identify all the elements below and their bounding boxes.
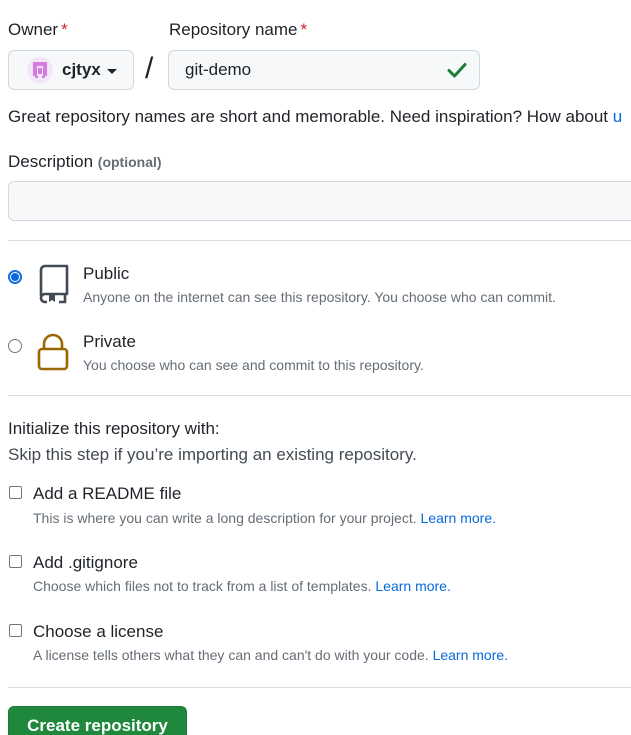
description-input[interactable]: [8, 181, 631, 221]
owner-label: Owner *: [8, 20, 68, 40]
repo-icon: [39, 264, 69, 304]
required-mark: *: [61, 20, 68, 39]
chevron-down-icon: [106, 68, 117, 74]
readme-title: Add a README file: [33, 484, 182, 503]
divider: [8, 687, 631, 688]
check-icon: [447, 63, 467, 78]
description-label: Description (optional): [8, 152, 162, 172]
owner-select-button[interactable]: cjtyx: [8, 50, 134, 90]
divider: [8, 240, 631, 241]
private-radio[interactable]: [8, 339, 22, 353]
private-title: Private: [83, 332, 136, 351]
repository-name-label: Repository name *: [169, 20, 307, 40]
license-learn-more-link[interactable]: Learn more.: [433, 647, 508, 663]
required-mark: *: [300, 20, 308, 39]
license-description: A license tells others what they can and…: [33, 647, 508, 663]
new-repository-form: Owner* Repository name* cjtyx / Great re…: [0, 0, 631, 735]
readme-learn-more-link[interactable]: Learn more.: [421, 510, 496, 526]
owner-name: cjtyx: [62, 60, 101, 79]
hint-text: Great repository names are short and mem…: [8, 107, 613, 126]
gitignore-description: Choose which files not to track from a l…: [33, 578, 451, 594]
initialize-title: Initialize this repository with:: [8, 419, 220, 438]
suggestion-link[interactable]: u: [613, 107, 622, 126]
repository-name-hint: Great repository names are short and mem…: [8, 107, 631, 127]
gitignore-title: Add .gitignore: [33, 553, 138, 572]
initialize-subtitle: Skip this step if you’re importing an ex…: [8, 445, 417, 464]
gitignore-description-text: Choose which files not to track from a l…: [33, 578, 372, 594]
public-description: Anyone on the internet can see this repo…: [83, 289, 556, 305]
create-repository-button[interactable]: Create repository: [8, 706, 187, 735]
owner-repo-separator: /: [145, 52, 154, 85]
lock-icon: [37, 333, 69, 371]
license-title: Choose a license: [33, 622, 164, 641]
readme-checkbox[interactable]: [9, 486, 22, 499]
repository-name-input[interactable]: [168, 50, 480, 90]
public-title: Public: [83, 264, 130, 283]
license-checkbox[interactable]: [9, 624, 22, 637]
optional-tag: (optional): [97, 154, 162, 170]
readme-description: This is where you can write a long descr…: [33, 510, 496, 526]
private-description: You choose who can see and commit to thi…: [83, 357, 424, 373]
description-label-text: Description: [8, 152, 94, 171]
owner-label-text: Owner: [8, 20, 59, 39]
gitignore-learn-more-link[interactable]: Learn more.: [375, 578, 450, 594]
license-description-text: A license tells others what they can and…: [33, 647, 429, 663]
repository-name-label-text: Repository name: [169, 20, 298, 39]
gitignore-checkbox[interactable]: [9, 555, 22, 568]
readme-description-text: This is where you can write a long descr…: [33, 510, 417, 526]
avatar: [27, 57, 53, 83]
divider: [8, 395, 631, 396]
identicon-avatar-icon: [33, 62, 47, 78]
public-radio[interactable]: [8, 270, 22, 284]
